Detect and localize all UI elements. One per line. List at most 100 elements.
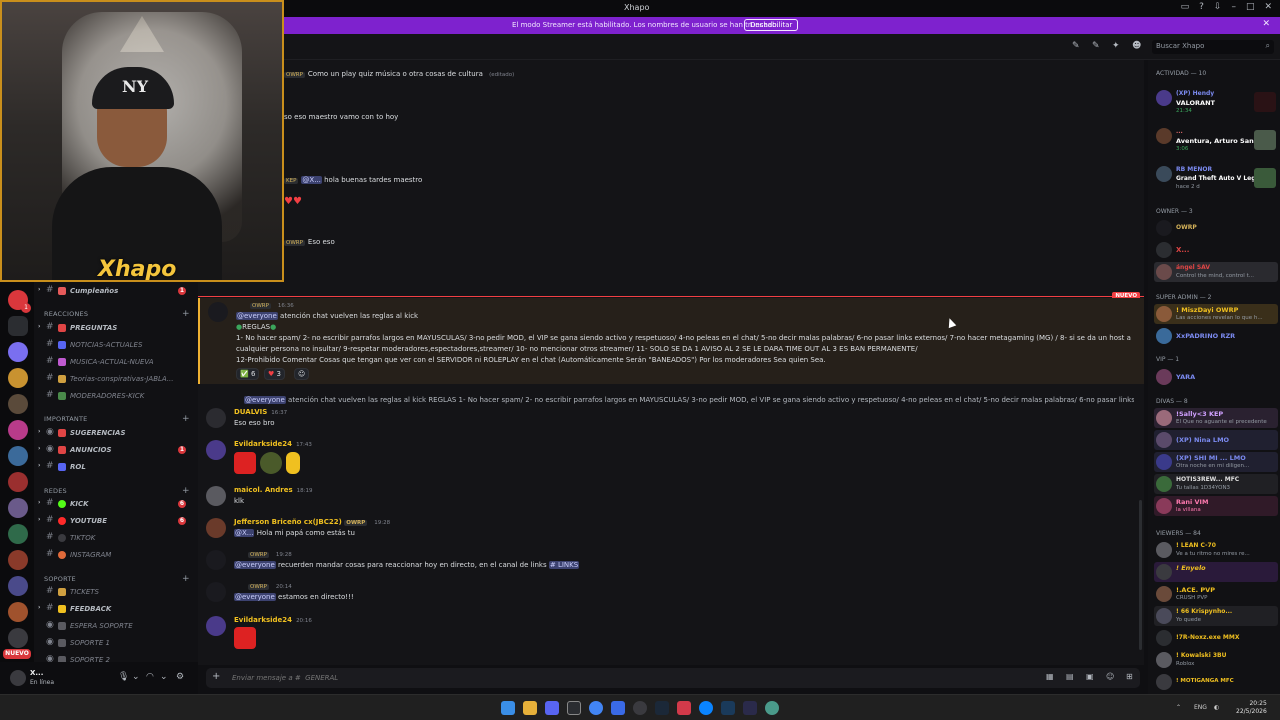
member-item[interactable]: XxPADRINO RZR: [1154, 326, 1278, 346]
author-name[interactable]: maicol. Andres 18:19: [234, 486, 313, 494]
reaction-heart[interactable]: ♥ 3: [264, 368, 285, 380]
steam-icon[interactable]: [655, 701, 669, 715]
category-importante[interactable]: IMPORTANTE +: [44, 414, 190, 424]
mention[interactable]: @X...: [301, 176, 322, 184]
author-name[interactable]: Jefferson Briceño cx(JBC22) OWRP 19:28: [234, 518, 390, 526]
member-item[interactable]: Rani VIM la villana: [1154, 496, 1278, 516]
category-reacciones[interactable]: REACCIONES +: [44, 309, 190, 319]
server-icon[interactable]: [8, 550, 28, 570]
wifi-icon[interactable]: ⌃: [1176, 704, 1181, 711]
threads-icon[interactable]: ✎: [1072, 41, 1080, 51]
network-icon[interactable]: ◐: [1214, 704, 1219, 711]
member-item[interactable]: !7R-Noxz.exe MMX: [1154, 628, 1278, 648]
inbox-icon[interactable]: ▭: [1181, 2, 1190, 12]
chevron-down-icon[interactable]: ⌄: [132, 672, 140, 682]
add-channel-icon[interactable]: +: [182, 309, 190, 319]
avatar[interactable]: [206, 616, 226, 636]
member-item[interactable]: ! LEAN C-70 Ve a tu ritmo no mires re...: [1154, 540, 1278, 560]
avatar[interactable]: [206, 408, 226, 428]
server-icon[interactable]: [8, 524, 28, 544]
maximize-icon[interactable]: □: [1246, 2, 1255, 12]
channel-cumpleanos[interactable]: › # Cumpleaños 1: [36, 284, 192, 298]
mention[interactable]: @everyone: [244, 396, 286, 404]
chevron-down-icon[interactable]: ⌄: [160, 672, 168, 682]
channel-instagram[interactable]: # INSTAGRAM: [36, 548, 192, 562]
server-icon[interactable]: [8, 420, 28, 440]
mention[interactable]: @everyone: [236, 312, 278, 320]
server-icon[interactable]: 1: [8, 290, 31, 313]
message-input[interactable]: [232, 671, 1012, 685]
language-indicator[interactable]: ENG: [1194, 704, 1207, 711]
member-item[interactable]: ! Kowalski 3BU Roblox: [1154, 650, 1278, 670]
author-name[interactable]: DUALVIS 16:37: [234, 408, 287, 416]
channel-rol[interactable]: › # ROL: [36, 460, 192, 474]
start-icon[interactable]: [501, 701, 515, 715]
server-icon[interactable]: [8, 472, 28, 492]
minimize-icon[interactable]: –: [1231, 2, 1236, 12]
add-channel-icon[interactable]: +: [182, 574, 190, 584]
activity-card[interactable]: (XP) Hendy VALORANT 21:34: [1154, 88, 1278, 116]
app-icon[interactable]: [765, 701, 779, 715]
disable-streamer-button[interactable]: Deshabilitar: [744, 19, 799, 31]
member-item[interactable]: ! MOTIGANGA MFC: [1154, 672, 1278, 692]
category-soporte[interactable]: SOPORTE +: [44, 574, 190, 584]
channel-sugerencias[interactable]: › ◉ SUGERENCIAS: [36, 426, 192, 440]
close-banner-icon[interactable]: ✕: [1262, 19, 1270, 29]
apps-icon[interactable]: ⊞: [1126, 672, 1133, 681]
add-attachment-icon[interactable]: +: [212, 671, 220, 682]
add-channel-icon[interactable]: +: [182, 486, 190, 496]
avatar[interactable]: [206, 550, 226, 570]
member-item[interactable]: ángel SAV Control the mind, control t...: [1154, 262, 1278, 282]
member-item[interactable]: OWRP: [1154, 218, 1278, 238]
member-item[interactable]: HOTIS3REW... MFC Tu tallas 1D34YON3: [1154, 474, 1278, 494]
member-item[interactable]: (XP) SHI MI ... LMO Otra noche en mi dili…: [1154, 452, 1278, 472]
gift-icon[interactable]: ▦: [1046, 672, 1054, 681]
avatar[interactable]: [206, 518, 226, 538]
channel-anuncios[interactable]: › ◉ ANUNCIOS 1: [36, 443, 192, 457]
close-window-icon[interactable]: ✕: [1264, 2, 1272, 12]
member-item[interactable]: X...: [1154, 240, 1278, 260]
acrobat-icon[interactable]: [677, 701, 691, 715]
channel-kick[interactable]: › # KICK 6: [36, 497, 192, 511]
avatar[interactable]: [206, 582, 226, 602]
calendar-icon[interactable]: [567, 701, 581, 715]
author-name[interactable]: Evildarkside24 20:16: [234, 616, 312, 624]
channel-tiktok[interactable]: # TIKTOK: [36, 531, 192, 545]
scrollbar[interactable]: [1139, 500, 1142, 650]
member-item[interactable]: !.ACE. PVP CRUSH PVP: [1154, 584, 1278, 604]
mention[interactable]: @X...: [234, 529, 255, 537]
headphones-icon[interactable]: ◠: [146, 672, 154, 682]
pinned-icon[interactable]: ✦: [1112, 41, 1120, 51]
chrome-icon[interactable]: [589, 701, 603, 715]
server-icon[interactable]: [8, 602, 28, 622]
avatar[interactable]: [206, 486, 226, 506]
add-reaction-button[interactable]: ☺: [294, 368, 310, 380]
help-icon[interactable]: ?: [1199, 2, 1204, 12]
avatar[interactable]: [206, 440, 226, 460]
search-input[interactable]: Buscar Xhapo ⌕: [1152, 40, 1274, 54]
member-item[interactable]: !Sally<3 KEP El Que no aguante el precede…: [1154, 408, 1278, 428]
reply-preview[interactable]: atención chat vuelven las reglas al kick…: [288, 396, 1134, 404]
server-icon[interactable]: [8, 498, 28, 518]
outlook-icon[interactable]: [611, 701, 625, 715]
server-icon[interactable]: [8, 628, 28, 648]
edge-icon[interactable]: [699, 701, 713, 715]
avatar[interactable]: [208, 302, 228, 322]
server-icon[interactable]: [8, 446, 28, 466]
premiere-icon[interactable]: [743, 701, 757, 715]
member-item[interactable]: YARA: [1154, 367, 1278, 387]
channel-soporte-1[interactable]: ◉ SOPORTE 1: [36, 636, 192, 650]
member-list-icon[interactable]: ☻: [1132, 41, 1141, 51]
member-item[interactable]: ! 66 Krispynho... Yo quede: [1154, 606, 1278, 626]
channel-link[interactable]: # LINKS: [548, 561, 580, 569]
obs-icon[interactable]: [633, 701, 647, 715]
microphone-icon[interactable]: 🎙: [118, 672, 129, 682]
member-item[interactable]: ! MiszDayi OWRP Las acciones revelan lo q…: [1154, 304, 1278, 324]
channel-teorias[interactable]: # Teorias-conspirativas-JABLA...: [36, 372, 192, 386]
activity-card[interactable]: RB MENOR Grand Theft Auto V Legacy hace …: [1154, 164, 1278, 192]
channel-feedback[interactable]: › # FEEDBACK: [36, 602, 192, 616]
mention[interactable]: @everyone: [234, 593, 276, 601]
category-redes[interactable]: REDES +: [44, 486, 190, 496]
sticker-icon[interactable]: ▣: [1086, 672, 1094, 681]
channel-youtube[interactable]: › # YOUTUBE 6: [36, 514, 192, 528]
